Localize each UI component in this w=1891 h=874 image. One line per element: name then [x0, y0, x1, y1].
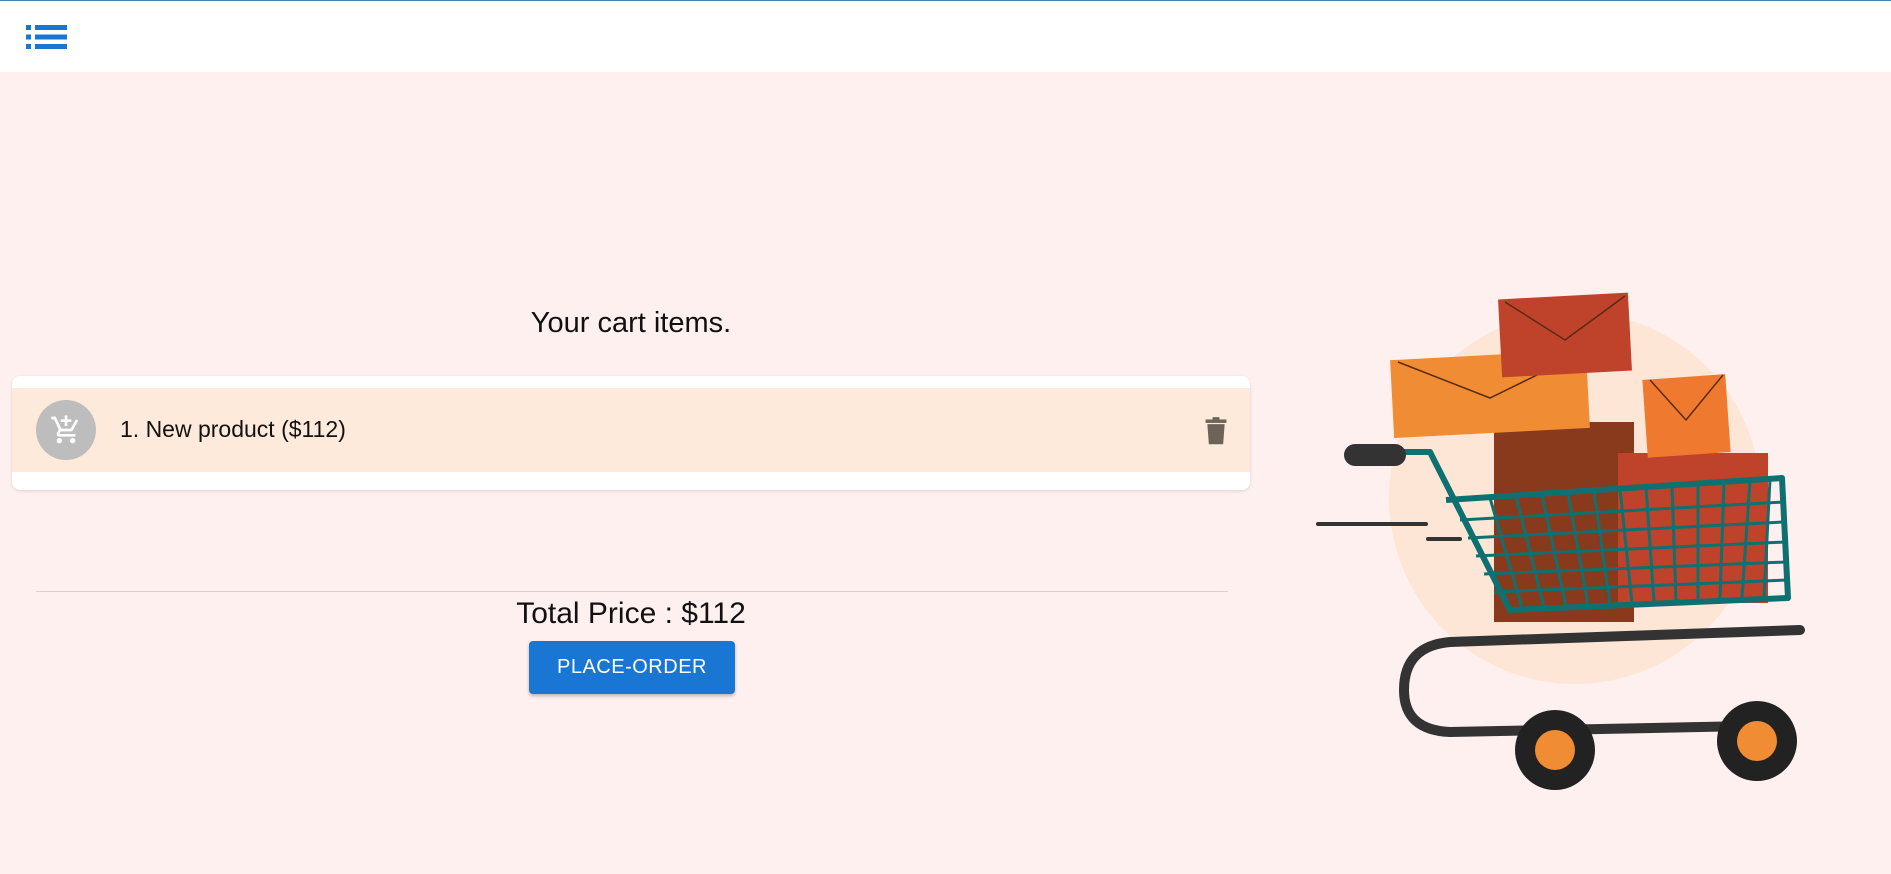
place-order-button[interactable]: PLACE-ORDER — [529, 641, 735, 694]
menu-list-icon[interactable] — [26, 23, 70, 51]
cart-list: 1. New product ($112) — [12, 376, 1250, 490]
top-app-bar — [0, 0, 1891, 72]
add-shopping-cart-icon — [36, 400, 96, 460]
shopping-cart-illustration — [1300, 280, 1820, 800]
cart-item-label: 1. New product ($112) — [120, 416, 346, 442]
divider — [36, 591, 1228, 592]
list-item[interactable]: 1. New product ($112) — [12, 388, 1250, 472]
trash-icon[interactable] — [1202, 416, 1230, 446]
total-price: Total Price : $112 — [516, 597, 746, 630]
cart-title: Your cart items. — [530, 307, 732, 339]
